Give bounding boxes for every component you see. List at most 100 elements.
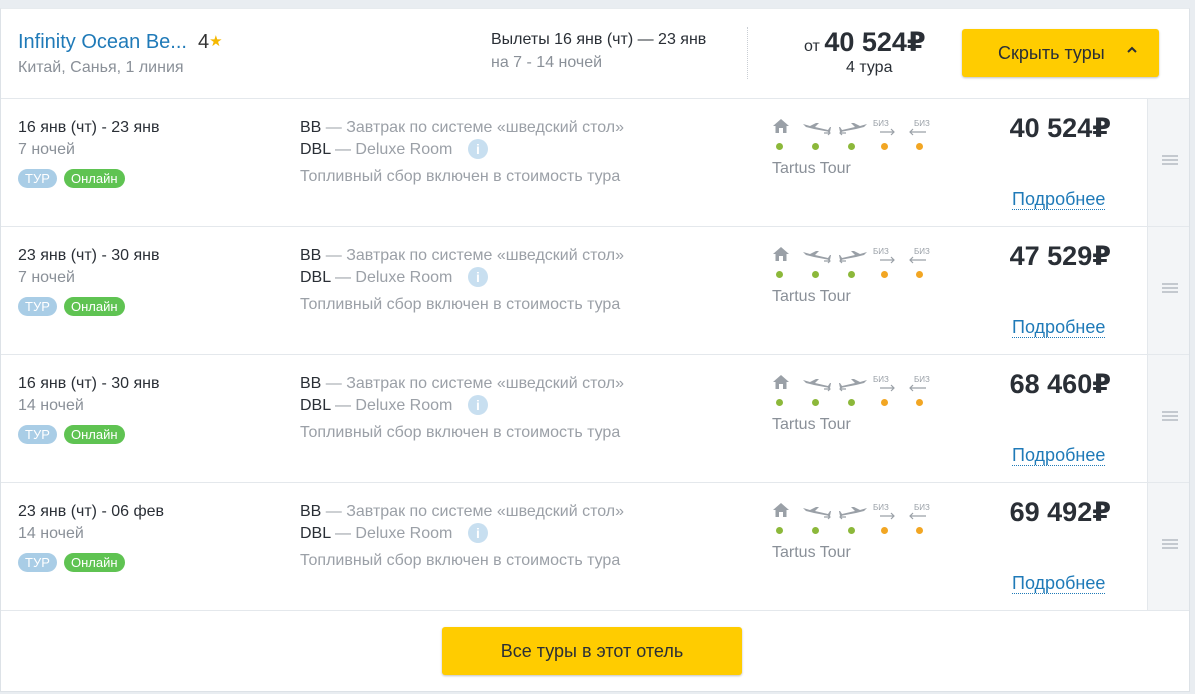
hotel-name-link[interactable]: Infinity Ocean Be...	[18, 31, 187, 54]
details-link[interactable]: Подробнее	[1012, 317, 1106, 338]
status-dot	[916, 527, 923, 534]
hotel-location: Китай, Санья, 1 линия	[18, 59, 184, 76]
tour-operator: Tartus Tour	[772, 416, 851, 433]
room-description: — Deluxe Room	[330, 397, 453, 414]
fuel-surcharge-note: Топливный сбор включен в стоимость тура	[300, 296, 621, 313]
flight-return-service	[836, 502, 867, 538]
tour-nights: 7 ночей	[18, 269, 75, 286]
room-code: DBL	[300, 525, 331, 542]
all-tours-button[interactable]: Все туры в этот отель	[442, 627, 742, 675]
room-type: DBL — Deluxe Room	[300, 269, 452, 287]
business-class-return-icon: БИЗ	[909, 503, 930, 520]
details-link[interactable]: Подробнее	[1012, 189, 1106, 210]
row-drag-handle[interactable]	[1147, 355, 1189, 482]
hotel-service	[772, 246, 802, 282]
status-dot	[776, 143, 783, 150]
business-class-departure-icon: БИЗ	[873, 119, 895, 136]
hotel-service	[772, 118, 802, 154]
flight-return-service	[836, 118, 867, 154]
tour-operator: Tartus Tour	[772, 160, 851, 177]
meal-code: BB	[300, 503, 322, 520]
hotel-header: Infinity Ocean Be... 4★ Китай, Санья, 1 …	[1, 9, 1189, 99]
meal-plan: BB — Завтрак по системе «шведский стол»	[300, 247, 624, 265]
row-drag-handle[interactable]	[1147, 99, 1189, 226]
room-code: DBL	[300, 269, 331, 286]
business-out-label: БИЗ	[873, 247, 889, 256]
status-dot	[848, 527, 855, 534]
fuel-surcharge-note: Топливный сбор включен в стоимость тура	[300, 552, 621, 569]
status-dot	[812, 527, 819, 534]
plane-return-icon	[839, 251, 867, 264]
meal-code: BB	[300, 247, 322, 264]
room-type: DBL — Deluxe Room	[300, 397, 452, 415]
included-services: БИЗ БИЗ	[772, 502, 942, 538]
hamburger-icon	[1162, 155, 1178, 165]
info-icon[interactable]: i	[468, 523, 488, 543]
tour-badge: ТУР	[18, 425, 57, 444]
business-out-service: БИЗ	[872, 246, 902, 282]
house-icon	[773, 119, 789, 133]
status-dot	[812, 143, 819, 150]
house-icon	[773, 503, 789, 517]
tour-price: 68 460₽	[1009, 369, 1111, 399]
business-class-departure-icon: БИЗ	[873, 375, 895, 392]
flight-out-service	[802, 374, 832, 410]
tour-price: 40 524₽	[1009, 113, 1111, 143]
online-badge: Онлайн	[64, 169, 125, 188]
flight-out-service	[802, 246, 832, 282]
status-dot	[812, 271, 819, 278]
row-drag-handle[interactable]	[1147, 483, 1189, 610]
business-out-label: БИЗ	[873, 119, 889, 128]
plane-departure-icon	[803, 379, 831, 392]
meal-plan: BB — Завтрак по системе «шведский стол»	[300, 119, 624, 137]
price-from: от 40 524₽	[804, 27, 926, 58]
house-icon	[773, 247, 789, 261]
business-return-service: БИЗ	[906, 246, 936, 282]
included-services: БИЗ БИЗ	[772, 118, 942, 154]
business-class-return-icon: БИЗ	[909, 247, 930, 264]
business-return-label: БИЗ	[914, 119, 930, 128]
included-services: БИЗ БИЗ	[772, 374, 942, 410]
business-class-return-icon: БИЗ	[909, 119, 930, 136]
business-class-return-icon: БИЗ	[909, 375, 930, 392]
business-out-label: БИЗ	[873, 503, 889, 512]
room-code: DBL	[300, 141, 331, 158]
hotel-service	[772, 502, 802, 538]
chevron-up-icon	[1127, 46, 1137, 53]
status-dot	[881, 399, 888, 406]
row-drag-handle[interactable]	[1147, 227, 1189, 354]
status-dot	[776, 527, 783, 534]
tour-row: 16 янв (чт) - 30 янв 14 ночей ТУР Онлайн…	[1, 355, 1189, 483]
business-return-service: БИЗ	[906, 374, 936, 410]
online-badge: Онлайн	[64, 297, 125, 316]
flight-return-service	[836, 246, 867, 282]
status-dot	[776, 399, 783, 406]
fuel-surcharge-note: Топливный сбор включен в стоимость тура	[300, 424, 621, 441]
info-icon[interactable]: i	[468, 267, 488, 287]
info-icon[interactable]: i	[468, 139, 488, 159]
status-dot	[916, 271, 923, 278]
meal-description: — Завтрак по системе «шведский стол»	[321, 503, 625, 520]
tour-row: 23 янв (чт) - 30 янв 7 ночей ТУР Онлайн …	[1, 227, 1189, 355]
status-dot	[916, 399, 923, 406]
details-link[interactable]: Подробнее	[1012, 445, 1106, 466]
hide-tours-label: Скрыть туры	[998, 42, 1105, 63]
meal-description: — Завтрак по системе «шведский стол»	[321, 375, 625, 392]
plane-return-icon	[839, 379, 867, 392]
price-prefix: от	[804, 38, 820, 55]
status-dot	[848, 143, 855, 150]
tour-badge: ТУР	[18, 297, 57, 316]
business-class-departure-icon: БИЗ	[873, 503, 895, 520]
info-icon[interactable]: i	[468, 395, 488, 415]
plane-departure-icon	[803, 251, 831, 264]
plane-departure-icon	[803, 507, 831, 520]
details-link[interactable]: Подробнее	[1012, 573, 1106, 594]
business-class-departure-icon: БИЗ	[873, 247, 895, 264]
online-badge: Онлайн	[64, 553, 125, 572]
flight-return-service	[836, 374, 867, 410]
business-return-service: БИЗ	[906, 502, 936, 538]
hide-tours-button[interactable]: Скрыть туры	[962, 29, 1159, 77]
star-count: 4	[198, 31, 210, 53]
business-out-label: БИЗ	[873, 375, 889, 384]
meal-plan: BB — Завтрак по системе «шведский стол»	[300, 375, 624, 393]
